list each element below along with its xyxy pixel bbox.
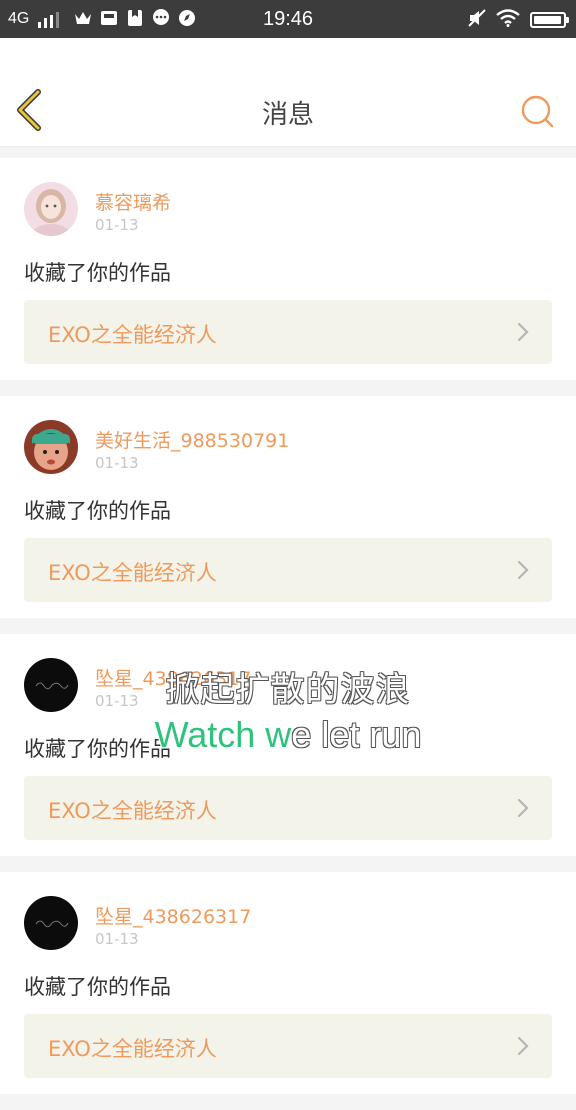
work-link[interactable]: EXO之全能经济人 [24, 300, 552, 364]
work-link[interactable]: EXO之全能经济人 [24, 776, 552, 840]
status-bar: 4G 19:46 [0, 0, 576, 38]
message-date: 01-13 [95, 216, 139, 234]
avatar[interactable] [24, 182, 78, 236]
work-title: EXO之全能经济人 [48, 323, 217, 347]
message-card: 坠星_438626317 01-13 收藏了你的作品 EXO之全能经济人 [0, 872, 576, 1094]
username[interactable]: 慕容璃希 [95, 188, 171, 215]
chevron-right-icon [516, 320, 530, 348]
wifi-icon [496, 9, 520, 31]
system-icons [468, 9, 569, 31]
username[interactable]: 美好生活_988530791 [95, 426, 289, 453]
chevron-right-icon [516, 558, 530, 586]
search-icon [521, 95, 554, 128]
chevron-right-icon [516, 1034, 530, 1062]
message-card: 慕容璃希 01-13 收藏了你的作品 EXO之全能经济人 [0, 158, 576, 380]
message-text: 收藏了你的作品 [24, 261, 171, 285]
avatar-image [24, 182, 78, 236]
lyric-sung-part: Watch w [154, 714, 292, 755]
work-title: EXO之全能经济人 [48, 561, 217, 585]
chevron-right-icon [516, 796, 530, 824]
work-title: EXO之全能经济人 [48, 799, 217, 823]
lyric-line-2: Watch we let run [0, 714, 576, 756]
avatar-image [24, 420, 78, 474]
work-link[interactable]: EXO之全能经济人 [24, 538, 552, 602]
message-list: 慕容璃希 01-13 收藏了你的作品 EXO之全能经济人 美好生活_988530… [0, 158, 576, 1110]
battery-level [534, 16, 561, 24]
work-title: EXO之全能经济人 [48, 1037, 217, 1061]
message-date: 01-13 [95, 930, 139, 948]
message-card: 美好生活_988530791 01-13 收藏了你的作品 EXO之全能经济人 [0, 396, 576, 618]
avatar-image [24, 896, 78, 950]
avatar[interactable] [24, 896, 78, 950]
lyric-unsung-part: e let run [291, 714, 422, 755]
mute-icon [468, 9, 486, 31]
page-title: 消息 [261, 100, 314, 130]
search-button[interactable] [520, 94, 556, 130]
lyric-line-1: 掀起扩散的波浪 [165, 670, 411, 710]
battery-icon [530, 12, 569, 28]
avatar[interactable] [24, 420, 78, 474]
username[interactable]: 坠星_438626317 [95, 902, 251, 929]
message-text: 收藏了你的作品 [24, 975, 171, 999]
message-date: 01-13 [95, 454, 139, 472]
message-text: 收藏了你的作品 [24, 499, 171, 523]
app-header: 消息 [0, 38, 576, 147]
